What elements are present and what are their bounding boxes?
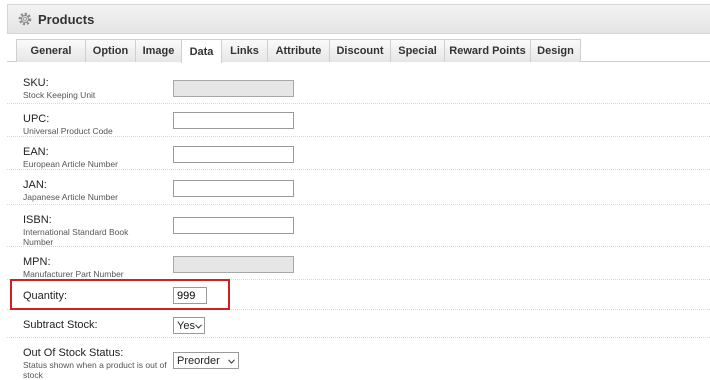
mpn-help: Manufacturer Part Number bbox=[23, 269, 124, 279]
row-out-of-stock-status: Out Of Stock Status: Status shown when a… bbox=[7, 338, 710, 380]
out-of-stock-label: Out Of Stock Status: bbox=[23, 347, 124, 359]
isbn-label-block: ISBN: International Standard Book Number bbox=[23, 214, 143, 247]
out-of-stock-label-block: Out Of Stock Status: Status shown when a… bbox=[23, 347, 168, 380]
row-ean: EAN: European Article Number bbox=[7, 137, 710, 170]
tab-links[interactable]: Links bbox=[221, 39, 268, 62]
sku-label-block: SKU: Stock Keeping Unit bbox=[23, 77, 143, 100]
ean-label: EAN: bbox=[23, 146, 49, 158]
mpn-input[interactable] bbox=[173, 256, 294, 273]
row-sku: SKU: Stock Keeping Unit bbox=[7, 68, 710, 104]
tab-general[interactable]: General bbox=[16, 39, 86, 62]
tab-reward-points[interactable]: Reward Points bbox=[444, 39, 531, 62]
row-mpn: MPN: Manufacturer Part Number bbox=[7, 247, 710, 280]
jan-label: JAN: bbox=[23, 179, 47, 191]
upc-label-block: UPC: Universal Product Code bbox=[23, 113, 143, 136]
mpn-label: MPN: bbox=[23, 256, 51, 268]
row-quantity: Quantity: bbox=[7, 280, 710, 310]
tab-bar: General Option Image Data Links Attribut… bbox=[7, 34, 710, 63]
quantity-label: Quantity: bbox=[23, 290, 68, 302]
page-title: Products bbox=[38, 11, 95, 27]
upc-input[interactable] bbox=[173, 112, 294, 129]
subtract-stock-label: Subtract Stock: bbox=[23, 319, 98, 331]
tab-data[interactable]: Data bbox=[181, 39, 222, 63]
upc-label: UPC: bbox=[23, 113, 50, 125]
out-of-stock-value: Preorder bbox=[177, 354, 220, 367]
row-subtract-stock: Subtract Stock: Yes bbox=[7, 310, 710, 338]
jan-input[interactable] bbox=[173, 180, 294, 197]
tab-attribute[interactable]: Attribute bbox=[267, 39, 330, 62]
ean-help: European Article Number bbox=[23, 159, 118, 169]
tab-special[interactable]: Special bbox=[390, 39, 445, 62]
out-of-stock-help: Status shown when a product is out of st… bbox=[23, 360, 167, 380]
row-isbn: ISBN: International Standard Book Number bbox=[7, 205, 710, 247]
tab-image[interactable]: Image bbox=[135, 39, 182, 62]
quantity-input[interactable] bbox=[173, 287, 207, 304]
sku-help: Stock Keeping Unit bbox=[23, 90, 96, 100]
jan-help: Japanese Article Number bbox=[23, 192, 118, 202]
sku-input[interactable] bbox=[173, 80, 294, 97]
subtract-stock-select[interactable]: Yes bbox=[173, 317, 205, 334]
row-jan: JAN: Japanese Article Number bbox=[7, 170, 710, 205]
gear-icon bbox=[17, 11, 33, 27]
ean-label-block: EAN: European Article Number bbox=[23, 146, 143, 169]
subtract-stock-value: Yes bbox=[177, 319, 195, 332]
chevron-down-icon bbox=[228, 355, 235, 367]
ean-input[interactable] bbox=[173, 146, 294, 163]
page-header: Products bbox=[7, 4, 710, 34]
out-of-stock-select[interactable]: Preorder bbox=[173, 352, 239, 369]
isbn-help: International Standard Book Number bbox=[23, 227, 129, 247]
jan-label-block: JAN: Japanese Article Number bbox=[23, 179, 143, 202]
upc-help: Universal Product Code bbox=[23, 126, 113, 136]
mpn-label-block: MPN: Manufacturer Part Number bbox=[23, 256, 143, 279]
tab-discount[interactable]: Discount bbox=[329, 39, 391, 62]
subtract-stock-label-block: Subtract Stock: bbox=[23, 319, 98, 331]
quantity-label-block: Quantity: bbox=[23, 290, 67, 302]
isbn-input[interactable] bbox=[173, 217, 294, 234]
sku-label: SKU: bbox=[23, 77, 49, 89]
tab-design[interactable]: Design bbox=[530, 39, 581, 62]
tab-option[interactable]: Option bbox=[85, 39, 136, 62]
chevron-down-icon bbox=[195, 320, 202, 332]
row-upc: UPC: Universal Product Code bbox=[7, 104, 710, 137]
isbn-label: ISBN: bbox=[23, 214, 52, 226]
